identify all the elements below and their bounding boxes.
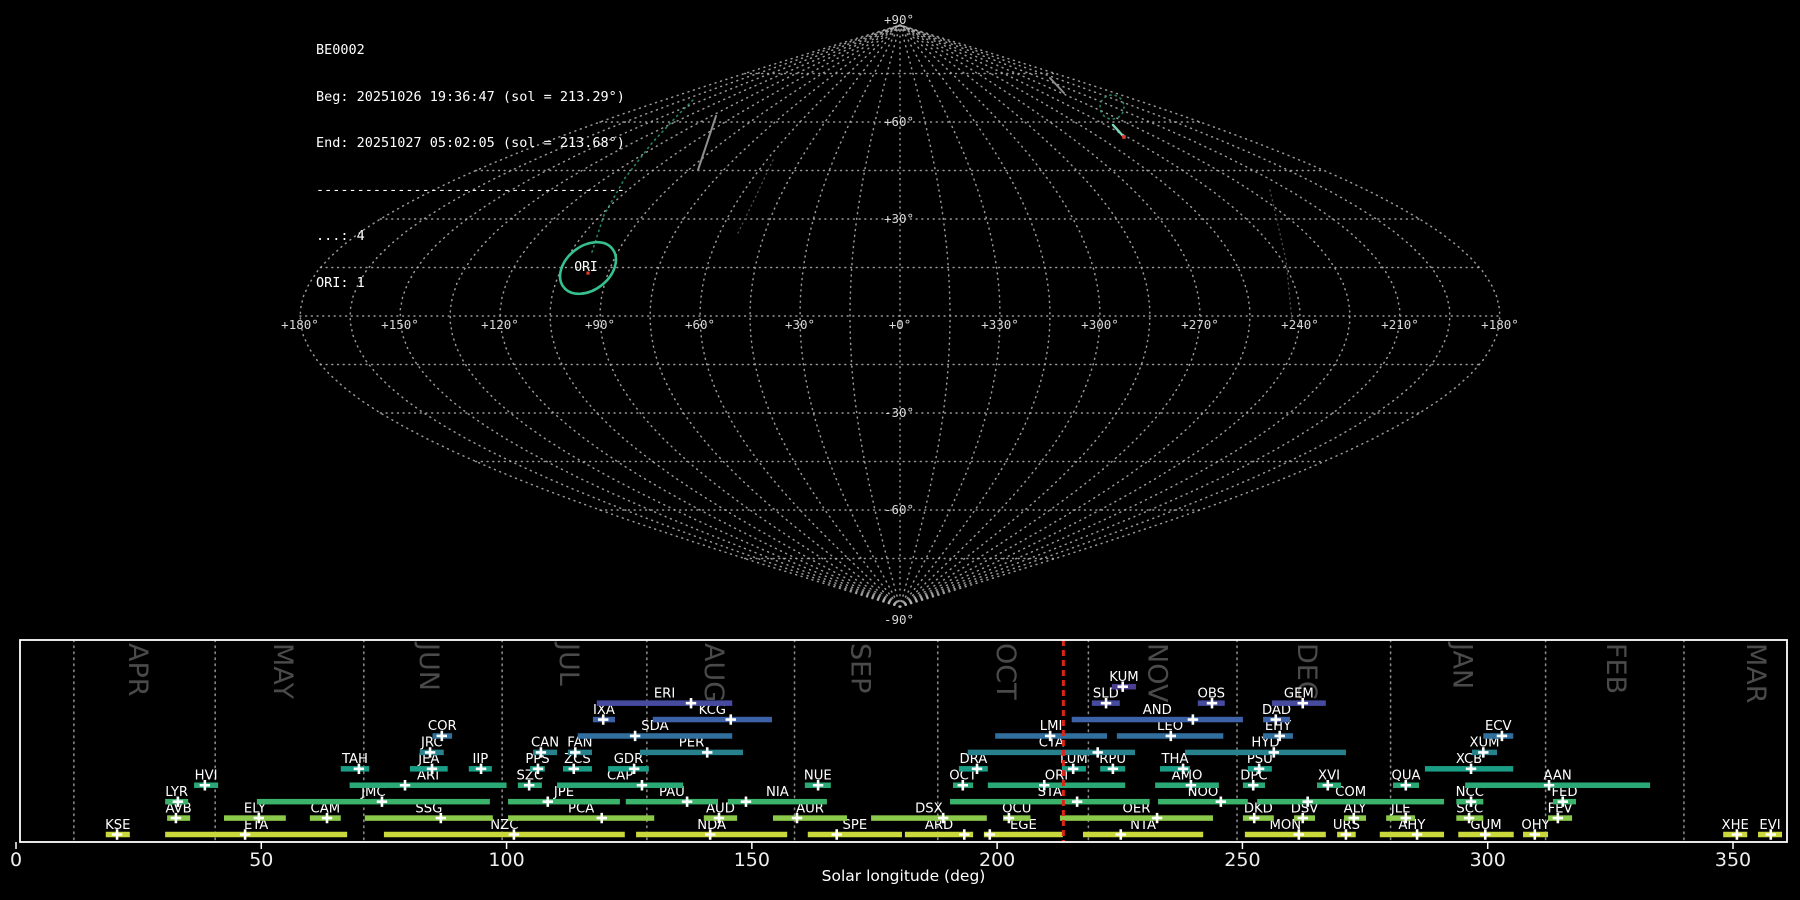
map-lon-label: +180° xyxy=(1481,317,1519,332)
shower-peak-marker-ERI xyxy=(685,697,697,709)
month-label: JUL xyxy=(553,641,584,686)
shower-label-NUE: NUE xyxy=(804,768,832,783)
map-lat-label: +90° xyxy=(884,12,914,27)
x-tick-label: 150 xyxy=(734,849,770,871)
shower-peak-marker-KCG xyxy=(725,714,736,725)
shower-label-HVI: HVI xyxy=(195,768,218,783)
shower-label-COR: COR xyxy=(428,719,457,734)
month-label: MAY xyxy=(267,643,298,700)
month-label: AUG xyxy=(698,643,729,702)
shower-label-THA: THA xyxy=(1160,752,1188,767)
map-lat-label: +30° xyxy=(884,211,914,226)
map-lon-label: +0° xyxy=(889,317,912,332)
map-lat-label: -90° xyxy=(884,612,914,627)
shower-peak-marker-SPE xyxy=(831,829,842,840)
shower-peak-marker-SDA xyxy=(629,730,641,742)
shower-label-XVI: XVI xyxy=(1318,768,1340,783)
map-meridian xyxy=(899,24,951,608)
month-label: FEB xyxy=(1600,643,1631,694)
month-label: JUN xyxy=(413,641,444,691)
shower-label-XHE: XHE xyxy=(1722,818,1749,833)
map-lat-label: +60° xyxy=(884,114,914,129)
map-lon-label: +300° xyxy=(1081,317,1119,332)
map-lon-label: +210° xyxy=(1381,317,1419,332)
count-unassociated: ...: 4 xyxy=(316,228,365,244)
shower-label-OHY: OHY xyxy=(1521,818,1550,833)
x-tick-label: 0 xyxy=(10,849,22,871)
month-label: JAN xyxy=(1447,641,1478,689)
map-lon-label: +180° xyxy=(281,317,319,332)
x-tick-label: 250 xyxy=(1224,849,1260,871)
shower-label-OBS: OBS xyxy=(1197,686,1225,701)
shower-label-LYR: LYR xyxy=(165,785,188,800)
month-label: APR xyxy=(122,643,153,697)
x-tick-label: 50 xyxy=(249,849,273,871)
shower-peak-marker-CAP xyxy=(636,780,648,791)
month-label: MAR xyxy=(1740,643,1771,704)
shower-peak-marker-NTA xyxy=(1115,829,1126,840)
count-ori: ORI: 1 xyxy=(316,274,365,291)
shower-label-LMI: LMI xyxy=(1040,719,1063,734)
shower-label-NIA: NIA xyxy=(766,785,789,800)
shower-label-AAN: AAN xyxy=(1543,768,1571,783)
shower-label-EVI: EVI xyxy=(1759,818,1780,833)
map-lon-label: +330° xyxy=(981,317,1019,332)
shower-label-ERI: ERI xyxy=(654,686,675,701)
shower-peak-marker-NIA xyxy=(740,796,752,807)
month-label: NOV xyxy=(1142,643,1173,703)
shower-peak-marker-STA xyxy=(1071,796,1083,807)
x-tick-label: 350 xyxy=(1715,849,1751,871)
month-label: OCT xyxy=(990,643,1021,700)
month-label: SEP xyxy=(844,643,875,693)
meteor-end-marker xyxy=(1122,135,1126,139)
shower-label-CAN: CAN xyxy=(531,736,559,751)
map-lon-label: +270° xyxy=(1181,317,1219,332)
shower-label-QUA: QUA xyxy=(1391,768,1420,783)
shower-label-AND: AND xyxy=(1143,703,1172,718)
station-id: BE0002 xyxy=(316,42,365,58)
observation-begin: Beg: 20251026 19:36:47 (sol = 213.29°) xyxy=(316,88,625,105)
sporadic-trail xyxy=(1269,189,1293,321)
header-separator: -------------------------------------- xyxy=(316,181,625,198)
shower-label-IIP: IIP xyxy=(472,752,488,767)
sporadic-meteor xyxy=(697,115,717,171)
shower-peak-marker-ARI xyxy=(399,780,411,791)
x-tick-label: 100 xyxy=(488,849,524,871)
shower-peak-marker-PCA xyxy=(596,812,607,824)
map-lon-label: +240° xyxy=(1281,317,1319,332)
shower-label-DSX: DSX xyxy=(915,801,943,816)
shower-peak-marker-EGE xyxy=(984,829,995,840)
map-lon-label: +30° xyxy=(785,317,815,332)
shower-label-KUM: KUM xyxy=(1109,670,1138,685)
shower-label-ECV: ECV xyxy=(1485,719,1512,734)
map-lon-label: +60° xyxy=(685,317,715,332)
sky-and-timeline-canvas: +180° +150° +120° +90° +60° +30° +0° +330° +300°… xyxy=(10,12,1788,885)
radiant-map-screen: +180° +150° +120° +90° +60° +30° +0° +330° +300°… xyxy=(0,0,1800,900)
map-lat-label: -60° xyxy=(884,502,914,517)
observation-header: BE0002 Beg: 20251026 19:36:47 (sol = 213… xyxy=(316,12,625,322)
shower-label-TAH: TAH xyxy=(341,752,368,767)
shower-peak-marker-JPE xyxy=(542,796,553,807)
observation-end: End: 20251027 05:02:05 (sol = 213.68°) xyxy=(316,135,625,151)
shower-label-KSE: KSE xyxy=(105,818,130,833)
x-axis-title: Solar longitude (deg) xyxy=(822,867,986,885)
shower-peak-marker-AND xyxy=(1187,714,1199,725)
x-tick-label: 300 xyxy=(1470,849,1506,871)
shower-label-GDR: GDR xyxy=(614,752,644,767)
shower-peak-marker-ARD xyxy=(959,829,970,840)
shower-label-GEM: GEM xyxy=(1284,686,1314,701)
map-lat-label: -30° xyxy=(884,405,914,420)
